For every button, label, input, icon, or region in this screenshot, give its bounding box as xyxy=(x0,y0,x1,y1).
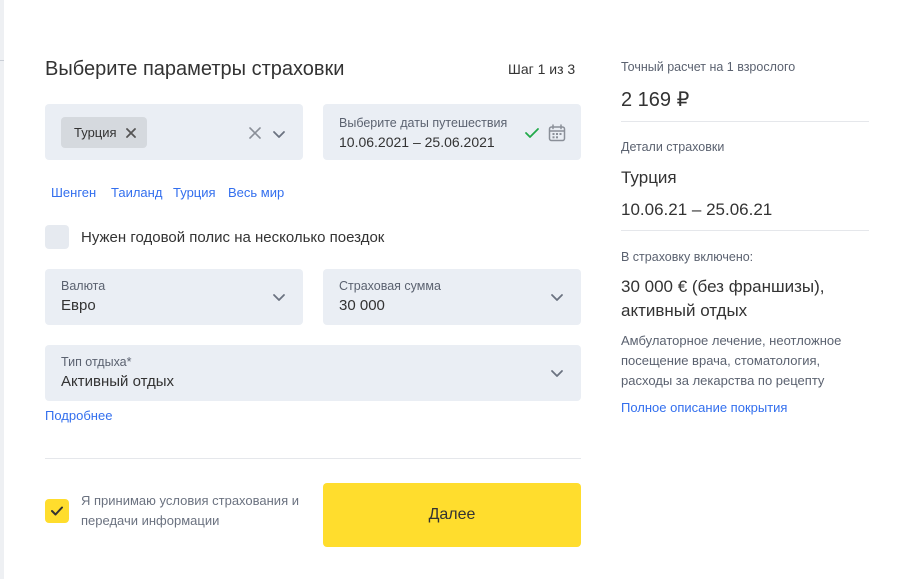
country-chip-label: Турция xyxy=(74,125,117,140)
travel-dates-field[interactable]: Выберите даты путешествия 10.06.2021 – 2… xyxy=(323,104,581,160)
country-select[interactable]: Турция xyxy=(45,104,303,160)
currency-label: Валюта xyxy=(61,279,106,293)
rest-type-label: Тип отдыха* xyxy=(61,355,132,369)
full-coverage-link[interactable]: Полное описание покрытия xyxy=(621,400,787,415)
clear-icon[interactable] xyxy=(248,126,262,140)
currency-value: Евро xyxy=(61,297,96,314)
more-link[interactable]: Подробнее xyxy=(45,408,112,423)
insured-sum-select[interactable]: Страховая сумма 30 000 xyxy=(323,269,581,325)
next-button[interactable]: Далее xyxy=(323,483,581,547)
price-value: 2 169 ₽ xyxy=(621,89,690,111)
summary-country: Турция xyxy=(621,168,677,187)
check-icon xyxy=(525,128,539,138)
check-icon xyxy=(51,506,63,516)
summary-divider xyxy=(621,230,869,231)
chevron-down-icon[interactable] xyxy=(550,369,564,379)
coverage-summary: 30 000 € (без франшизы), активный отдых xyxy=(621,277,825,320)
left-window-edge xyxy=(0,0,4,579)
chevron-down-icon[interactable] xyxy=(550,293,564,303)
insured-sum-value: 30 000 xyxy=(339,297,385,314)
quick-country-link[interactable]: Турция xyxy=(173,185,216,200)
details-label: Детали страховки xyxy=(621,140,725,154)
chevron-down-icon[interactable] xyxy=(272,130,286,140)
calendar-icon[interactable] xyxy=(548,124,566,142)
summary-dates: 10.06.21 – 25.06.21 xyxy=(621,200,773,219)
page-title: Выберите параметры страховки xyxy=(45,58,345,80)
country-chip: Турция xyxy=(61,117,147,148)
quick-country-link[interactable]: Весь мир xyxy=(228,185,284,200)
rest-type-select[interactable]: Тип отдыха* Активный отдых xyxy=(45,345,581,401)
insured-sum-label: Страховая сумма xyxy=(339,279,441,293)
chevron-down-icon[interactable] xyxy=(272,293,286,303)
summary-divider xyxy=(621,121,869,122)
currency-select[interactable]: Валюта Евро xyxy=(45,269,303,325)
quick-country-link[interactable]: Таиланд xyxy=(111,185,162,200)
annual-policy-label: Нужен годовой полис на несколько поездок xyxy=(81,229,385,246)
divider xyxy=(45,458,581,459)
step-indicator: Шаг 1 из 3 xyxy=(508,61,576,77)
agreement-checkbox[interactable] xyxy=(45,499,69,523)
agreement-text: Я принимаю условия страхования и передач… xyxy=(81,493,299,528)
rest-type-value: Активный отдых xyxy=(61,373,174,390)
quick-country-link[interactable]: Шенген xyxy=(51,185,96,200)
close-icon[interactable] xyxy=(125,127,137,139)
travel-dates-label: Выберите даты путешествия xyxy=(339,116,508,130)
included-label: В страховку включено: xyxy=(621,250,754,264)
travel-dates-value: 10.06.2021 – 25.06.2021 xyxy=(339,134,495,150)
price-label: Точный расчет на 1 взрослого xyxy=(621,60,796,74)
coverage-description: Амбулаторное лечение, неотложное посещен… xyxy=(621,333,842,388)
annual-policy-checkbox[interactable] xyxy=(45,225,69,249)
